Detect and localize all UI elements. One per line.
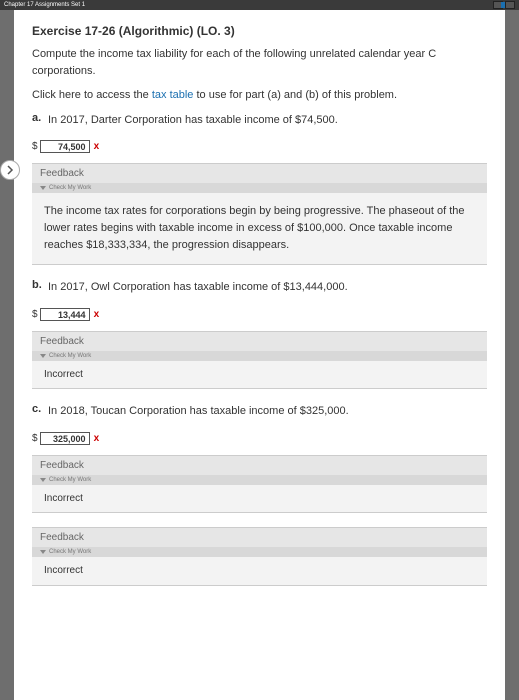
tax-table-link[interactable]: tax table — [152, 89, 194, 101]
feedback-text-a: The income tax rates for corporations be… — [32, 193, 487, 265]
check-my-work-bar[interactable]: Check My Work — [32, 351, 487, 361]
feedback-heading: Feedback — [32, 527, 487, 547]
feedback-text-c1: Incorrect — [32, 485, 487, 514]
question-text-c: In 2018, Toucan Corporation has taxable … — [48, 403, 349, 420]
question-text-b: In 2017, Owl Corporation has taxable inc… — [48, 279, 348, 296]
feedback-c2: Feedback Check My Work Incorrect — [32, 527, 487, 586]
dollar-sign: $ — [32, 433, 38, 444]
caret-down-icon — [40, 354, 46, 358]
answer-input-b[interactable]: 13,444 — [40, 308, 90, 321]
app-topbar: Chapter 17 Assignments Set 1 — [0, 0, 519, 10]
caret-down-icon — [40, 478, 46, 482]
feedback-heading: Feedback — [32, 163, 487, 183]
expand-sidebar-button[interactable] — [0, 160, 20, 180]
feedback-b: Feedback Check My Work Incorrect — [32, 331, 487, 390]
question-c: c. In 2018, Toucan Corporation has taxab… — [32, 403, 487, 428]
wrong-icon: x — [94, 309, 100, 320]
check-my-work-label: Check My Work — [49, 353, 91, 359]
wrong-icon: x — [94, 433, 100, 444]
caret-down-icon — [40, 186, 46, 190]
answer-input-c[interactable]: 325,000 — [40, 432, 90, 445]
question-letter-b: b. — [32, 279, 48, 291]
exercise-title: Exercise 17-26 (Algorithmic) (LO. 3) — [32, 24, 487, 38]
caret-down-icon — [40, 550, 46, 554]
toolbar-button-2[interactable] — [505, 1, 515, 9]
indicator-icon — [501, 2, 505, 8]
feedback-heading: Feedback — [32, 455, 487, 475]
check-my-work-label: Check My Work — [49, 185, 91, 191]
feedback-heading: Feedback — [32, 331, 487, 351]
breadcrumbs: Chapter 17 Assignments Set 1 — [4, 2, 85, 8]
question-a: a. In 2017, Darter Corporation has taxab… — [32, 112, 487, 137]
feedback-a: Feedback Check My Work The income tax ra… — [32, 163, 487, 265]
answer-c: $ 325,000 x — [32, 432, 487, 445]
check-my-work-bar[interactable]: Check My Work — [32, 547, 487, 557]
wrong-icon: x — [94, 141, 100, 152]
check-my-work-label: Check My Work — [49, 549, 91, 555]
answer-input-a[interactable]: 74,500 — [40, 140, 90, 153]
question-letter-a: a. — [32, 112, 48, 124]
tax-table-sentence: Click here to access the tax table to us… — [32, 87, 487, 104]
page-content: Exercise 17-26 (Algorithmic) (LO. 3) Com… — [14, 10, 505, 700]
answer-b: $ 13,444 x — [32, 308, 487, 321]
exercise-intro: Compute the income tax liability for eac… — [32, 46, 487, 79]
feedback-c1: Feedback Check My Work Incorrect — [32, 455, 487, 514]
chevron-right-icon — [5, 165, 15, 175]
check-my-work-label: Check My Work — [49, 477, 91, 483]
answer-a: $ 74,500 x — [32, 140, 487, 153]
dollar-sign: $ — [32, 141, 38, 152]
dollar-sign: $ — [32, 309, 38, 320]
feedback-text-b: Incorrect — [32, 361, 487, 390]
feedback-text-c2: Incorrect — [32, 557, 487, 586]
question-letter-c: c. — [32, 403, 48, 415]
check-my-work-bar[interactable]: Check My Work — [32, 475, 487, 485]
question-text-a: In 2017, Darter Corporation has taxable … — [48, 112, 338, 129]
check-my-work-bar[interactable]: Check My Work — [32, 183, 487, 193]
question-b: b. In 2017, Owl Corporation has taxable … — [32, 279, 487, 304]
